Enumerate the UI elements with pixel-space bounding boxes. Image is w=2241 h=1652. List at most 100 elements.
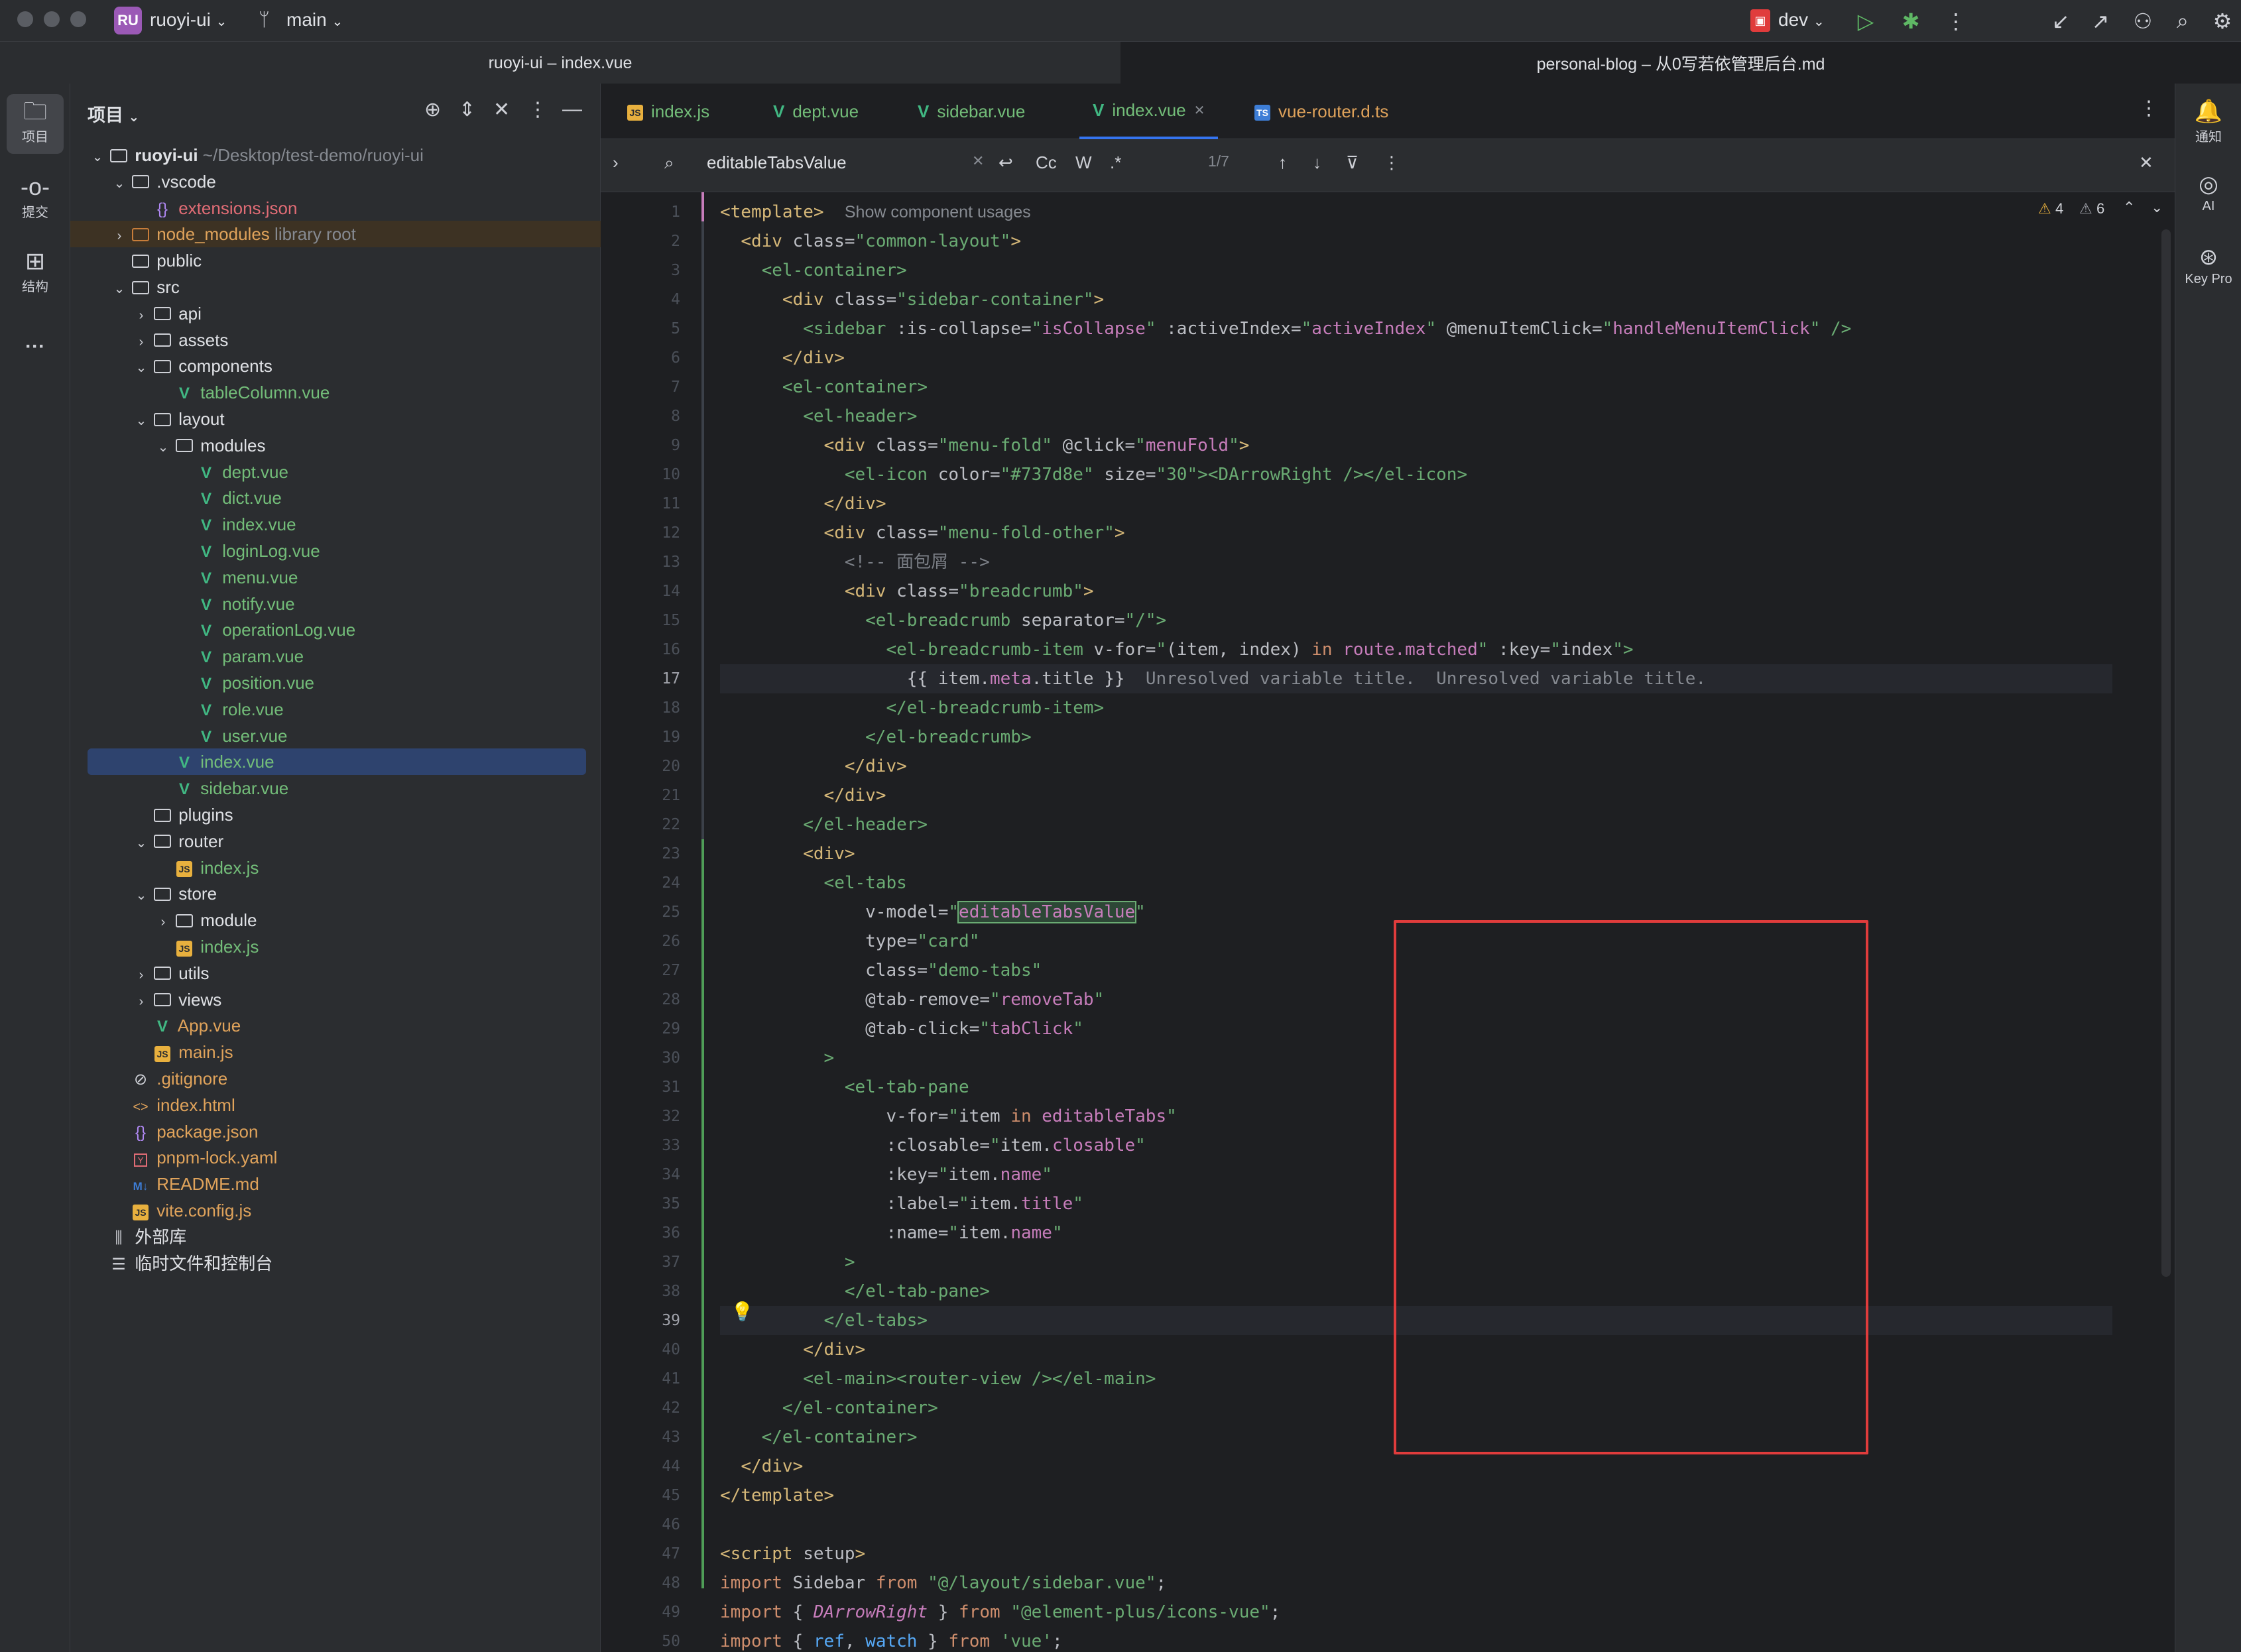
find-input[interactable]: editableTabsValue: [707, 152, 847, 173]
close-window-button[interactable]: [17, 11, 33, 27]
tree-item[interactable]: {} extensions.json: [88, 195, 591, 221]
tree-item[interactable]: V index.vue: [88, 748, 586, 776]
code-line[interactable]: <div>: [720, 839, 2112, 868]
code-line[interactable]: </div>: [720, 1452, 2112, 1481]
chevron-down-icon[interactable]: ⌄: [153, 434, 173, 461]
tree-item[interactable]: ⌄ ruoyi-ui ~/Desktop/test-demo/ruoyi-ui: [88, 142, 591, 168]
hide-panel-icon[interactable]: —: [562, 98, 582, 121]
code-line[interactable]: [720, 1510, 2112, 1539]
code-line[interactable]: </div>: [720, 781, 2112, 810]
code-line[interactable]: import Sidebar from "@/layout/sidebar.vu…: [720, 1568, 2112, 1598]
expand-collapse-icon[interactable]: ⇕: [459, 98, 475, 121]
vertical-scrollbar[interactable]: [2161, 229, 2171, 1277]
vcs-update-icon[interactable]: ↙: [2047, 8, 2074, 34]
editor-tab[interactable]: Vdept.vue: [760, 84, 872, 139]
code-line[interactable]: <div class="menu-fold-other">: [720, 518, 2112, 548]
tree-item[interactable]: V param.vue: [88, 643, 591, 670]
previous-occurrence-icon[interactable]: ↑: [1278, 152, 1287, 173]
tree-item[interactable]: V menu.vue: [88, 564, 591, 591]
code-line[interactable]: <div class="menu-fold" @click="menuFold"…: [720, 431, 2112, 460]
chevron-down-icon[interactable]: ⌄: [109, 170, 129, 197]
code-line[interactable]: <el-icon color="#737d8e" size="30"><DArr…: [720, 460, 2112, 489]
code-line[interactable]: import { ref, watch } from 'vue';: [720, 1627, 2112, 1652]
notifications-button[interactable]: 🔔 通知: [2175, 97, 2241, 145]
tree-item[interactable]: Y pnpm-lock.yaml: [88, 1144, 591, 1171]
tree-item[interactable]: ⌄ components: [88, 353, 591, 379]
more-tools-button[interactable]: ···: [7, 335, 64, 358]
tree-item[interactable]: ⫼ 外部库: [88, 1224, 591, 1250]
tree-item[interactable]: <> index.html: [88, 1092, 591, 1118]
chevron-down-icon[interactable]: ⌄: [2151, 199, 2163, 216]
chevron-down-icon[interactable]: ⌄: [131, 882, 151, 909]
tree-item[interactable]: ⊘ .gitignore: [88, 1065, 591, 1092]
chevron-down-icon[interactable]: ⌄: [131, 408, 151, 434]
code-line[interactable]: <sidebar :is-collapse="isCollapse" :acti…: [720, 314, 2112, 343]
tree-item[interactable]: V operationLog.vue: [88, 617, 591, 643]
tree-item[interactable]: V dept.vue: [88, 459, 591, 485]
code-line[interactable]: <div class="sidebar-container">: [720, 285, 2112, 314]
close-tab-icon[interactable]: ✕: [1194, 102, 1205, 119]
run-config-selector[interactable]: dev ⌄: [1778, 9, 1825, 30]
editor-tab[interactable]: TS vue-router.d.ts: [1241, 84, 1402, 139]
code-line[interactable]: <el-container>: [720, 373, 2112, 402]
code-line[interactable]: </div>: [720, 489, 2112, 518]
branch-switcher[interactable]: main ⌄: [286, 9, 343, 30]
code-line[interactable]: <el-container>: [720, 256, 2112, 285]
tree-item[interactable]: V loginLog.vue: [88, 538, 591, 564]
tree-item[interactable]: V user.vue: [88, 723, 591, 749]
tree-item[interactable]: public: [88, 247, 591, 274]
code-line[interactable]: <el-header>: [720, 402, 2112, 431]
project-panel-title[interactable]: 项目 ⌄: [88, 101, 139, 127]
tree-item[interactable]: JS index.js: [88, 855, 591, 881]
more-actions-icon[interactable]: ⋮: [1943, 8, 1969, 34]
code-line[interactable]: <el-tabs: [720, 868, 2112, 898]
code-line[interactable]: </el-breadcrumb>: [720, 723, 2112, 752]
code-line[interactable]: <el-breadcrumb separator="/">: [720, 606, 2112, 635]
tree-item[interactable]: › views: [88, 986, 591, 1013]
chevron-right-icon[interactable]: ›: [131, 962, 151, 988]
code-line[interactable]: <el-breadcrumb-item v-for="(item, index)…: [720, 635, 2112, 664]
project-tool-button[interactable]: 🗀 项目: [7, 94, 64, 154]
newline-icon[interactable]: ↩: [999, 152, 1013, 173]
editor-tab[interactable]: Vsidebar.vue: [904, 84, 1038, 139]
code-line[interactable]: <div class="common-layout">: [720, 227, 2112, 256]
code-line[interactable]: import { DArrowRight } from "@element-pl…: [720, 1598, 2112, 1627]
chevron-right-icon[interactable]: ›: [109, 223, 129, 249]
tree-item[interactable]: ⌄ .vscode: [88, 168, 591, 195]
minimize-window-button[interactable]: [44, 11, 60, 27]
chevron-right-icon[interactable]: ›: [131, 329, 151, 355]
code-line[interactable]: </template>: [720, 1481, 2112, 1510]
tree-item[interactable]: ☰ 临时文件和控制台: [88, 1250, 591, 1277]
tree-item[interactable]: JS main.js: [88, 1039, 591, 1065]
tree-item[interactable]: › node_modules library root: [70, 221, 601, 249]
code-line[interactable]: </div>: [720, 752, 2112, 781]
tree-item[interactable]: plugins: [88, 801, 591, 828]
tree-item[interactable]: ⌄ layout: [88, 406, 591, 432]
expand-replace-icon[interactable]: ›: [613, 152, 619, 173]
editor-tab[interactable]: JS index.js: [614, 84, 723, 139]
code-line[interactable]: </div>: [720, 343, 2112, 373]
tree-item[interactable]: V role.vue: [88, 696, 591, 723]
tree-item[interactable]: V index.vue: [88, 511, 591, 538]
code-line[interactable]: <script setup>: [720, 1539, 2112, 1568]
match-case-toggle[interactable]: Cc: [1036, 152, 1057, 173]
chevron-right-icon[interactable]: ›: [131, 302, 151, 329]
project-switcher[interactable]: ruoyi-ui ⌄: [150, 9, 227, 30]
key-promoter-button[interactable]: ⊛ Key Pro: [2175, 243, 2241, 287]
tree-item[interactable]: › utils: [88, 960, 591, 986]
tree-item[interactable]: ⌄ store: [88, 880, 591, 907]
next-occurrence-icon[interactable]: ↓: [1313, 152, 1321, 173]
editor-tab[interactable]: Vindex.vue ✕: [1079, 84, 1219, 139]
chevron-right-icon[interactable]: ›: [131, 988, 151, 1015]
tree-item[interactable]: V notify.vue: [88, 591, 591, 617]
options-icon[interactable]: ⋮: [528, 98, 548, 121]
whole-words-toggle[interactable]: W: [1075, 152, 1092, 173]
tree-item[interactable]: {} package.json: [88, 1118, 591, 1145]
code-line[interactable]: {{ item.meta.title }} Unresolved variabl…: [720, 664, 2112, 693]
code-line[interactable]: </el-header>: [720, 810, 2112, 839]
search-icon[interactable]: ⌕: [2169, 8, 2196, 34]
warning-count[interactable]: 4: [2055, 200, 2063, 217]
filter-icon[interactable]: ⊽: [1346, 152, 1359, 173]
chevron-up-icon[interactable]: ⌃: [2123, 199, 2135, 216]
tree-item[interactable]: JS vite.config.js: [88, 1197, 591, 1224]
